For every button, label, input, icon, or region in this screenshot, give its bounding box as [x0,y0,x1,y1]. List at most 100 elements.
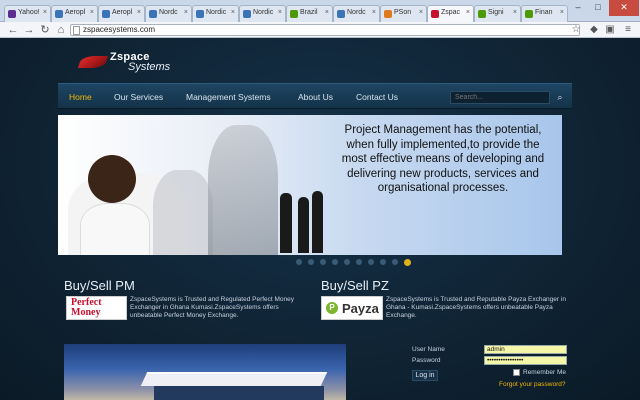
banner-person-head [88,155,136,203]
reload-icon[interactable]: ↻ [38,23,52,37]
tab-label: Aeropl [65,9,86,16]
close-window-button[interactable]: ✕ [609,0,639,16]
browser-tab[interactable]: Yahoo! × [4,5,51,22]
payza-logo[interactable]: P Payza [321,296,383,320]
site-logo[interactable]: Zspace Systems [77,51,180,73]
slider-dot[interactable] [332,259,338,265]
nav-management-systems[interactable]: Management Systems [186,92,271,102]
slider-dot[interactable] [380,259,386,265]
browser-tab[interactable]: Nordic × [239,5,286,22]
forward-icon[interactable]: → [22,23,36,37]
tab-close-icon[interactable]: × [325,9,329,16]
hero-banner: Project Management has the potential, wh… [58,115,562,255]
banner-person-shirt [80,203,150,255]
pm-logo-line2: Money [71,307,101,318]
page-icon [73,26,80,35]
browser-tab[interactable]: Aeropl × [51,5,98,22]
slider-dot[interactable] [368,259,374,265]
tab-favicon-icon [243,10,251,18]
building-roof [140,372,328,386]
browser-tab[interactable]: PSon × [380,5,427,22]
tab-label: Yahoo! [18,9,40,16]
tab-favicon-icon [525,10,533,18]
tab-label: Brazil [300,9,318,16]
password-label: Password [412,357,441,364]
tab-close-icon[interactable]: × [43,9,47,16]
tab-label: Nordic [253,9,274,16]
nav-home[interactable]: Home [69,92,92,102]
tab-label: Nordc [159,9,178,16]
tab-label: PSon [394,9,412,16]
tab-label: Finan [535,9,553,16]
nav-contact-us[interactable]: Contact Us [356,92,398,102]
slider-dot[interactable] [320,259,326,265]
tab-close-icon[interactable]: × [419,9,423,16]
web-page: Zspace Systems Home Our Services Managem… [0,39,640,400]
nav-our-services[interactable]: Our Services [114,92,163,102]
maximize-button[interactable]: □ [588,0,608,16]
tab-close-icon[interactable]: × [90,9,94,16]
browser-tab[interactable]: Nordc × [145,5,192,22]
tab-close-icon[interactable]: × [466,9,470,16]
browser-tab[interactable]: Aeropl × [98,5,145,22]
tab-favicon-icon [478,10,486,18]
banner-silhouette [312,191,323,253]
home-icon[interactable]: ⌂ [54,23,68,37]
remember-me-checkbox[interactable] [513,369,520,376]
tab-favicon-icon [102,10,110,18]
password-field[interactable] [484,356,567,365]
minimize-button[interactable]: – [568,0,588,16]
address-bar[interactable]: zspacesystems.com [70,24,580,36]
browser-tab[interactable]: Signi × [474,5,521,22]
slider-dot[interactable] [296,259,302,265]
section-desc-pm: ZspaceSystems is Trusted and Regulated P… [130,296,295,319]
section-title-pm: Buy/Sell PM [64,278,135,293]
slider-dot[interactable] [344,259,350,265]
payza-p-icon: P [326,302,338,314]
banner-text: Project Management has the potential, wh… [341,124,545,194]
login-button[interactable]: Log in [412,370,438,381]
banner-person-2 [153,170,213,255]
building-glass [154,386,324,400]
slider-dot[interactable] [404,259,411,266]
browser-tab[interactable]: Nordc × [333,5,380,22]
slider-dot[interactable] [356,259,362,265]
tab-close-icon[interactable]: × [372,9,376,16]
forgot-password-link[interactable]: Forgot your password? [499,381,565,388]
username-label: User Name [412,346,445,353]
tab-label: Nordic [206,9,227,16]
tab-favicon-icon [290,10,298,18]
username-field[interactable] [484,345,567,354]
star-icon[interactable]: ☆ [570,24,582,36]
browser-tab[interactable]: Finan × [521,5,568,22]
search-input[interactable] [450,91,550,104]
section-desc-pz: ZspaceSystems is Trusted and Reputable P… [386,296,566,319]
extension-icon-2[interactable]: ▣ [604,24,616,36]
search-icon[interactable]: ⌕ [554,91,566,104]
tab-label: Zspac [441,9,461,16]
extension-icon[interactable]: ◆ [588,24,600,36]
browser-tabstrip: Yahoo! × Aeropl × Aeropl × Nordc × Nordic × Nordic… [0,0,640,22]
tab-favicon-icon [431,10,439,18]
browser-tab[interactable]: Brazil × [286,5,333,22]
tab-close-icon[interactable]: × [231,9,235,16]
remember-me-label: Remember Me [523,369,566,376]
tab-favicon-icon [149,10,157,18]
perfect-money-logo[interactable]: Perfect Money [66,296,127,320]
tab-favicon-icon [55,10,63,18]
browser-tab[interactable]: Nordic × [192,5,239,22]
main-nav: Home Our Services Management Systems Abo… [58,83,572,109]
slider-dot[interactable] [308,259,314,265]
tab-close-icon[interactable]: × [278,9,282,16]
tab-close-icon[interactable]: × [184,9,188,16]
back-icon[interactable]: ← [6,23,20,37]
tab-close-icon[interactable]: × [513,9,517,16]
tab-favicon-icon [196,10,204,18]
slider-dot[interactable] [392,259,398,265]
tab-close-icon[interactable]: × [137,9,141,16]
browser-tab[interactable]: Zspac × [427,5,474,22]
nav-about-us[interactable]: About Us [298,92,333,102]
menu-icon[interactable]: ≡ [622,24,634,36]
tab-favicon-icon [8,10,16,18]
tab-close-icon[interactable]: × [560,9,564,16]
